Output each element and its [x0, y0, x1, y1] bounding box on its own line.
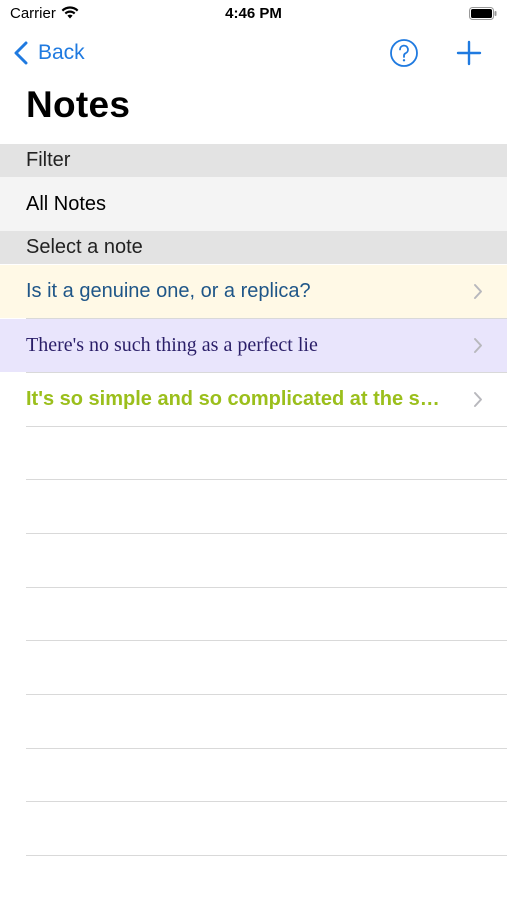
row-divider: [26, 640, 507, 641]
row-divider: [26, 533, 507, 534]
note-row[interactable]: There's no such thing as a perfect lie: [0, 319, 507, 372]
page-title: Notes: [26, 84, 131, 125]
row-divider: [26, 694, 507, 695]
note-title: It's so simple and so complicated at the…: [26, 388, 440, 410]
filter-section-header: Filter: [0, 144, 507, 177]
notes-screen: Carrier 4:46 PM Back Notes Filter All No…: [0, 0, 507, 900]
battery-icon: [469, 7, 497, 20]
back-button[interactable]: Back: [14, 38, 85, 68]
chevron-left-icon: [14, 41, 28, 65]
chevron-right-icon: [474, 338, 482, 353]
help-icon[interactable]: [389, 38, 419, 68]
add-icon[interactable]: [454, 38, 484, 68]
row-divider: [26, 479, 507, 480]
row-divider: [26, 748, 507, 749]
note-row[interactable]: Is it a genuine one, or a replica?: [0, 265, 507, 318]
notes-section-header: Select a note: [0, 231, 507, 264]
back-button-label: Back: [38, 41, 85, 64]
status-time: 4:46 PM: [225, 5, 282, 22]
chevron-right-icon: [474, 284, 482, 299]
row-divider: [26, 855, 507, 856]
note-title: There's no such thing as a perfect lie: [26, 334, 318, 356]
row-divider: [26, 801, 507, 802]
row-divider: [26, 426, 507, 427]
navigation-bar: Back: [0, 32, 507, 76]
filter-option-row[interactable]: All Notes: [0, 177, 507, 231]
note-title: Is it a genuine one, or a replica?: [26, 280, 311, 302]
chevron-right-icon: [474, 392, 482, 407]
status-bar: Carrier 4:46 PM: [0, 0, 507, 28]
note-row[interactable]: It's so simple and so complicated at the…: [0, 373, 507, 426]
row-divider: [26, 587, 507, 588]
